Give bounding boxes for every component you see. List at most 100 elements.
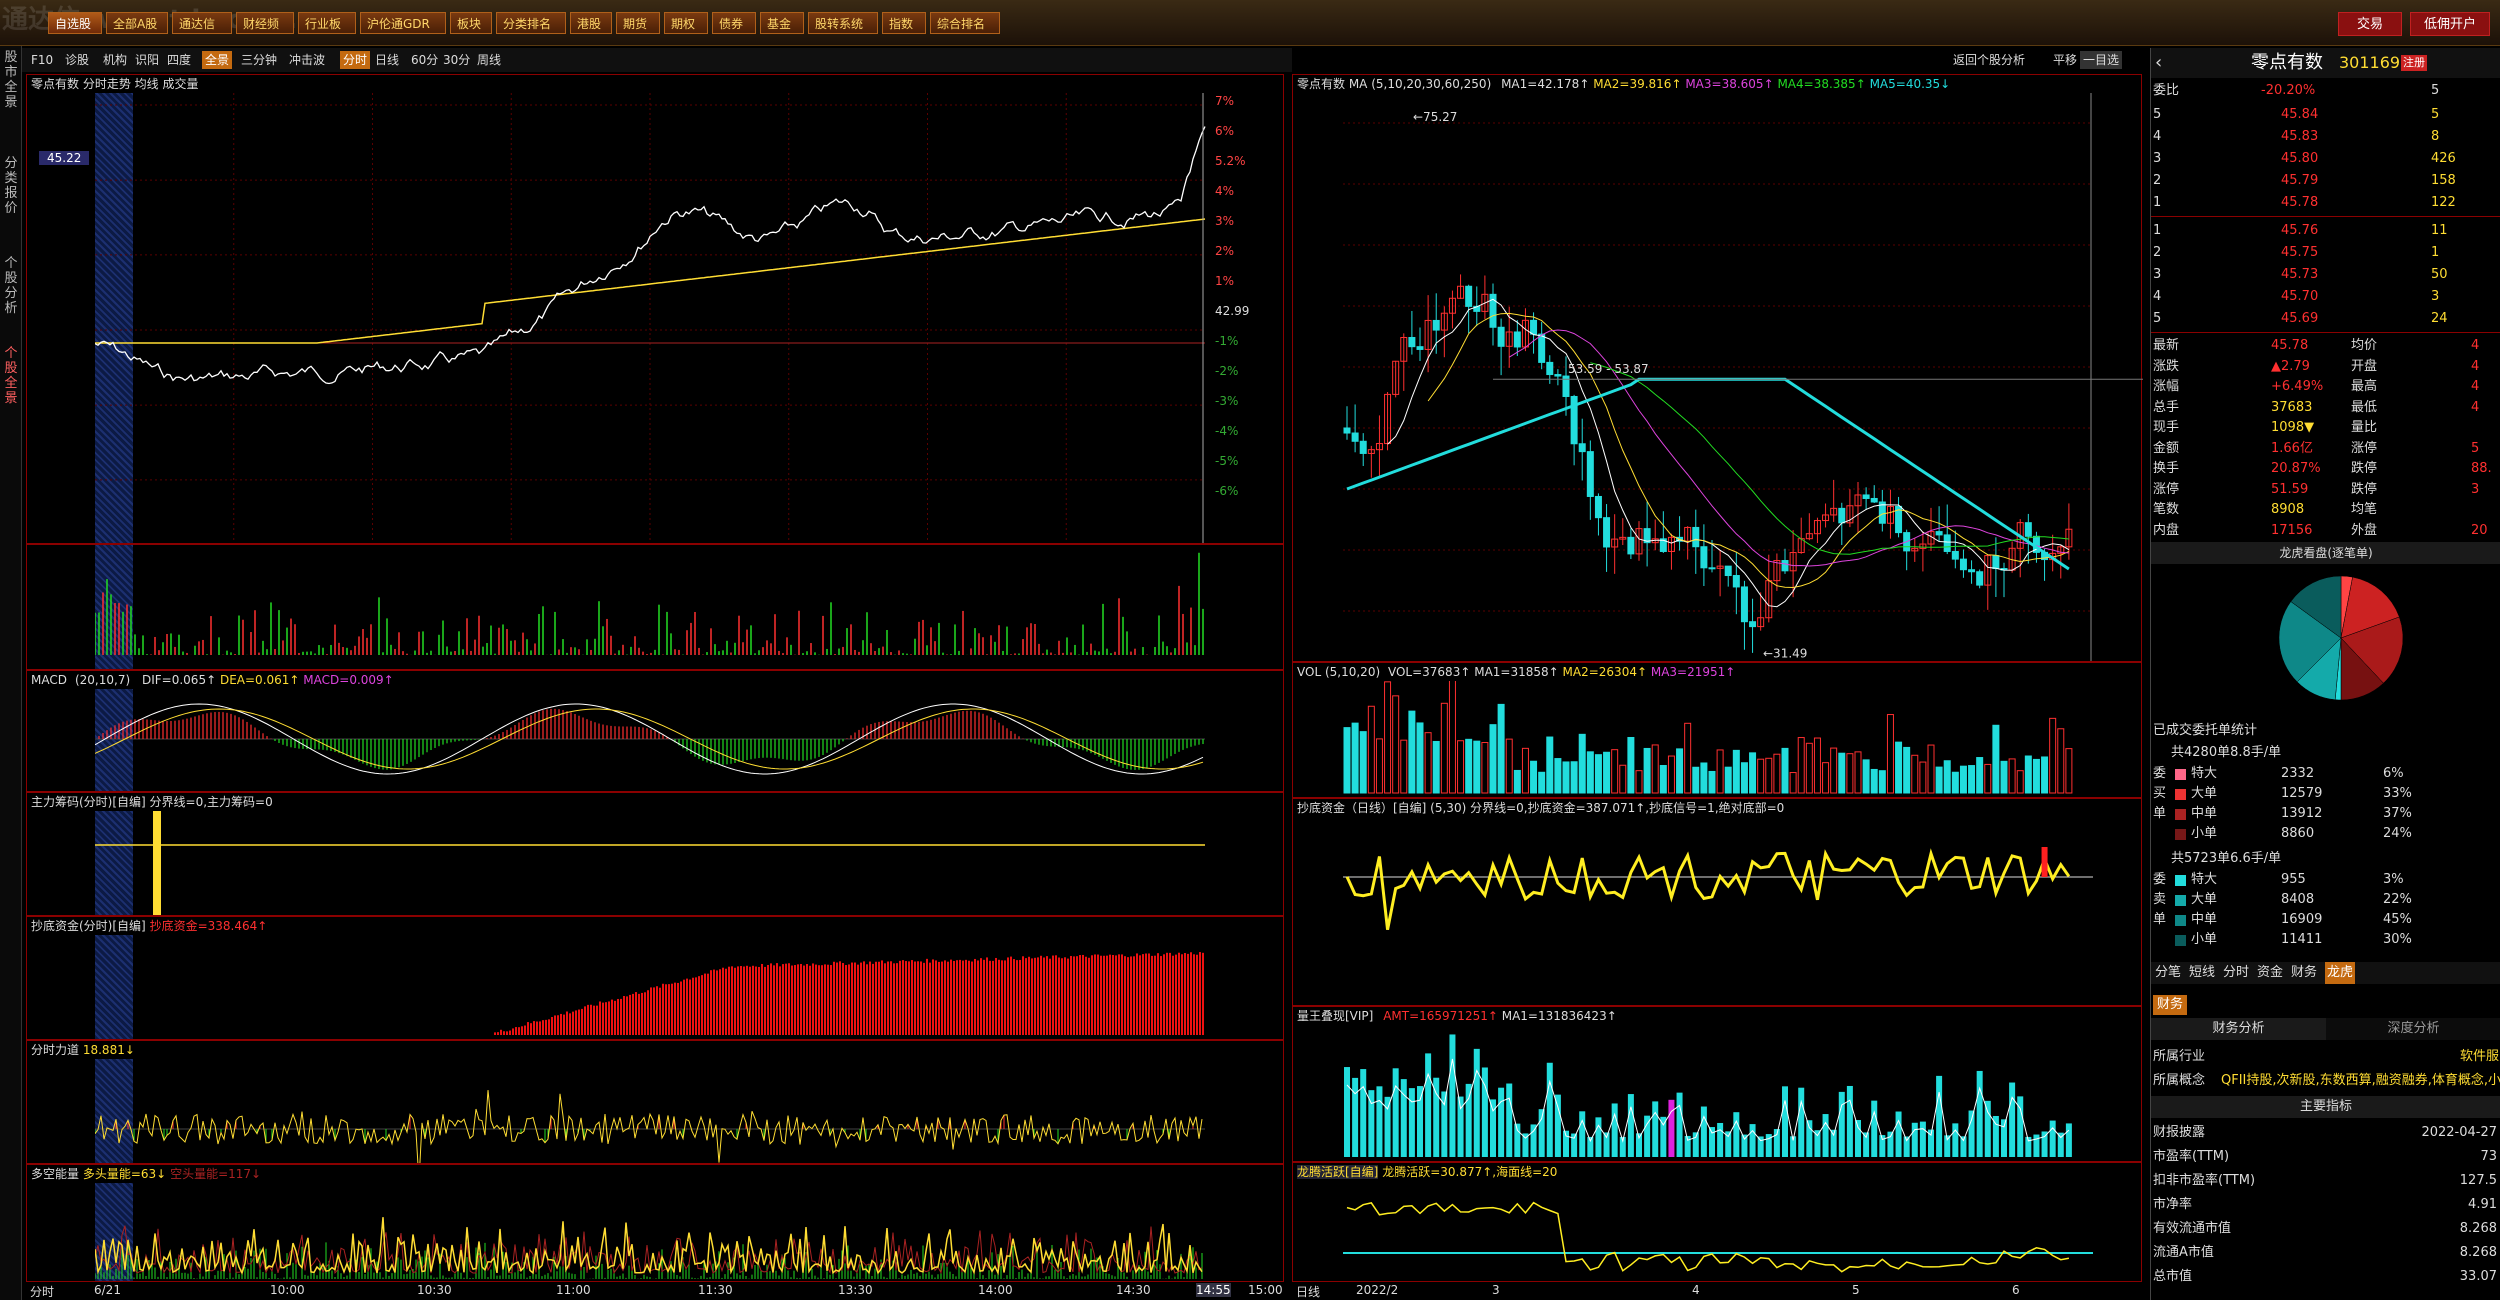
- subbar-item-4[interactable]: 四度: [164, 51, 194, 69]
- sell-level-row[interactable]: 5 45.84 5: [2151, 104, 2500, 126]
- topbar-item-1[interactable]: 全部A股: [106, 12, 168, 34]
- sell-level-row[interactable]: 1 45.78 122: [2151, 192, 2500, 214]
- daily-volume-bar: [1951, 771, 1959, 794]
- daily-volume-bar: [1481, 742, 1489, 794]
- select-dropdown[interactable]: 一目选: [2080, 51, 2123, 69]
- volume-king-chart: 8000600040002000×10^5: [1344, 1034, 2072, 1157]
- topbar-item-15[interactable]: 综合排名: [930, 12, 1000, 34]
- topbar-item-12[interactable]: 基金: [760, 12, 804, 34]
- side-tab-quotes[interactable]: 分类报价: [2, 156, 20, 216]
- pct-tick: 42.99: [1215, 304, 1249, 318]
- quote-tab-3[interactable]: 资金: [2257, 962, 2283, 984]
- vk-header[interactable]: 量王叠现[VIP]: [1297, 1009, 1373, 1023]
- candle-body: [1959, 558, 1967, 571]
- sell-level-row[interactable]: 2 45.79 158: [2151, 170, 2500, 192]
- daily-volume-bar: [1554, 758, 1562, 794]
- back-icon[interactable]: ‹: [2155, 48, 2162, 78]
- topbar-item-13[interactable]: 股转系统: [808, 12, 878, 34]
- buy-level: 4: [2153, 289, 2162, 304]
- buy-total: 共4280单8.8手/单: [2171, 745, 2282, 760]
- subbar-item-11[interactable]: 30分: [440, 51, 473, 69]
- side-tab-analysis[interactable]: 个股分析: [2, 256, 20, 316]
- quote-tab-1[interactable]: 短线: [2189, 962, 2215, 984]
- weibi-row: 委比 -20.20% 5: [2151, 80, 2500, 102]
- back-analysis-button[interactable]: 返回个股分析: [1950, 51, 2028, 69]
- topbar-item-11[interactable]: 债券: [712, 12, 756, 34]
- da-header[interactable]: 龙腾活跃[自编]: [1297, 1165, 1379, 1179]
- vol-header[interactable]: VOL: [1297, 665, 1321, 679]
- sell-level: 5: [2153, 107, 2162, 122]
- candle-body: [1416, 346, 1424, 350]
- subbar-item-6[interactable]: 三分钟: [238, 51, 280, 69]
- sell-level-row[interactable]: 3 45.80 426: [2151, 148, 2500, 170]
- buy-level-row[interactable]: 4 45.70 3: [2151, 286, 2500, 308]
- ls-header[interactable]: 多空能量: [31, 1167, 79, 1181]
- ma60-line: [1346, 377, 2070, 571]
- buy-level-row[interactable]: 2 45.75 1: [2151, 242, 2500, 264]
- subbar-item-7[interactable]: 冲击波: [286, 51, 328, 69]
- quote-tab-5[interactable]: 龙虎: [2325, 962, 2356, 984]
- subbar-item-9[interactable]: 日线: [372, 51, 402, 69]
- topbar-item-14[interactable]: 指数: [882, 12, 926, 34]
- sell-level-row[interactable]: 4 45.83 8: [2151, 126, 2500, 148]
- daily-volume-bar: [1667, 755, 1675, 794]
- vk-bar: [1627, 1094, 1634, 1157]
- macd-dif: DIF=0.065↑: [141, 673, 217, 687]
- vk-bar: [1595, 1117, 1602, 1157]
- macd-name[interactable]: MACD: [31, 673, 67, 687]
- quote-tab-2[interactable]: 分时: [2223, 962, 2249, 984]
- weibi-value: -20.20%: [2261, 83, 2316, 98]
- fin-tab[interactable]: 财务: [2153, 995, 2188, 1015]
- time-label[interactable]: 分时: [30, 1283, 54, 1300]
- intraday-price-panel[interactable]: 零点有数 分时走势 均线 成交量 45.22 4645444342417%6%5…: [26, 74, 1284, 544]
- pan-button[interactable]: 平移: [2050, 51, 2080, 69]
- subbar-item-2[interactable]: 机构: [100, 51, 130, 69]
- subbar-item-5[interactable]: 全景: [202, 51, 233, 69]
- daily-axis-label[interactable]: 日线: [1296, 1283, 1320, 1300]
- topbar-item-9[interactable]: 期货: [616, 12, 660, 34]
- topbar-item-0[interactable]: 自选股: [48, 12, 102, 34]
- daily-kline-panel[interactable]: 零点有数 MA (5,10,20,30,60,250) MA1=42.178↑ …: [1292, 74, 2143, 662]
- topbar-item-7[interactable]: 分类排名: [496, 12, 566, 34]
- open-account-button[interactable]: 低佣开户: [2410, 12, 2490, 36]
- topbar-item-3[interactable]: 财经频: [236, 12, 294, 34]
- subbar-item-12[interactable]: 周线: [474, 51, 504, 69]
- sell-price: 45.79: [2281, 173, 2319, 188]
- long-short-chart: 5000: [95, 1217, 1203, 1279]
- pie-title: 龙虎看盘(逐笔单): [2151, 542, 2500, 564]
- topbar-item-6[interactable]: 板块: [450, 12, 492, 34]
- buy-level-row[interactable]: 5 45.69 24: [2151, 308, 2500, 330]
- topbar-item-8[interactable]: 港股: [570, 12, 612, 34]
- topbar-item-5[interactable]: 沪伦通GDR: [360, 12, 446, 34]
- daily-volume-bar: [2065, 748, 2073, 794]
- side-tab-market[interactable]: 股市全景: [2, 50, 20, 110]
- right-subbar: 返回个股分析 平移 一目选: [1940, 48, 2150, 72]
- daily-volume-bar: [2024, 755, 2032, 794]
- daily-bottom-fund-header: 抄底资金（日线）[自编] (5,30) 分界线=0,抄底资金=387.071↑,…: [1297, 801, 1785, 815]
- subbar-item-0[interactable]: F10: [28, 51, 56, 69]
- main-chip-panel: 主力筹码(分时)[自编] 分界线=0,主力筹码=0 100-10-20: [26, 792, 1284, 916]
- deal-value: 13912: [2281, 806, 2323, 821]
- topbar-item-10[interactable]: 期权: [664, 12, 708, 34]
- vk-bar: [1871, 1100, 1878, 1157]
- stat-key2: 均笔: [2351, 502, 2378, 517]
- fin-analysis-tab[interactable]: 财务分析: [2151, 1018, 2326, 1040]
- subbar-item-1[interactable]: 诊股: [62, 51, 92, 69]
- side-tab-panorama[interactable]: 个股全景: [2, 346, 20, 406]
- stat-key: 内盘: [2153, 522, 2180, 538]
- subbar-item-10[interactable]: 60分: [408, 51, 441, 69]
- force-header[interactable]: 分时力道: [31, 1043, 79, 1057]
- deep-analysis-tab[interactable]: 深度分析: [2326, 1018, 2500, 1040]
- topbar-item-2[interactable]: 通达信: [172, 12, 232, 34]
- subbar-item-3[interactable]: 识阳: [132, 51, 162, 69]
- trade-button[interactable]: 交易: [2338, 12, 2402, 36]
- subbar-item-8[interactable]: 分时: [340, 51, 371, 69]
- vk-bar: [1838, 1091, 1845, 1157]
- quote-tab-4[interactable]: 财务: [2291, 962, 2317, 984]
- buy-level-row[interactable]: 1 45.76 11: [2151, 220, 2500, 242]
- topbar-item-4[interactable]: 行业板: [298, 12, 356, 34]
- daily-volume-bar: [1846, 753, 1854, 794]
- buy-level-row[interactable]: 3 45.73 50: [2151, 264, 2500, 286]
- buy-side-label: 单: [2153, 806, 2167, 821]
- quote-tab-0[interactable]: 分笔: [2155, 962, 2181, 984]
